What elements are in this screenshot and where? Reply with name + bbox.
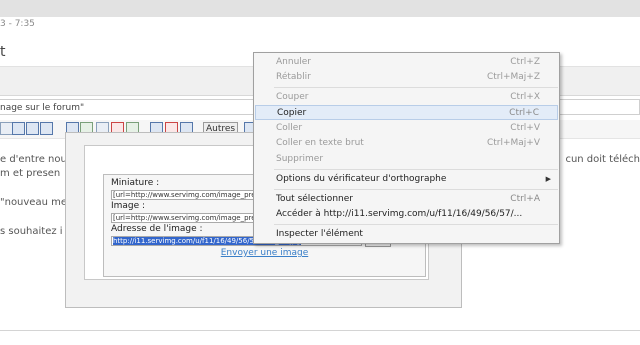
menu-item-couper[interactable]: Couper Ctrl+X: [255, 90, 558, 105]
menu-shortcut: Ctrl+V: [510, 123, 540, 133]
menu-item-coller-texte-brut[interactable]: Coller en texte brut Ctrl+Maj+V: [255, 136, 558, 151]
page-title: t: [0, 44, 6, 60]
image-field[interactable]: [url=http://www.servimg.com/image_prev: [111, 213, 256, 223]
menu-item-supprimer[interactable]: Supprimer: [255, 152, 558, 167]
menu-item-tout-selectionner[interactable]: Tout sélectionner Ctrl+A: [255, 192, 558, 207]
context-menu: Annuler Ctrl+Z Rétablir Ctrl+Maj+Z Coupe…: [253, 52, 560, 244]
menu-shortcut: Ctrl+Maj+Z: [486, 72, 540, 82]
image-label: Image :: [111, 201, 146, 211]
menu-label: Annuler: [276, 57, 312, 67]
body-line-right: cun doit téléch: [565, 154, 640, 165]
menu-separator: [274, 169, 558, 170]
menu-separator: [274, 87, 558, 88]
code-icon[interactable]: [26, 122, 39, 135]
menu-label: Couper: [276, 92, 309, 102]
miniature-label: Miniature :: [111, 178, 160, 188]
menu-label: Coller: [276, 123, 303, 133]
menu-item-inspecter[interactable]: Inspecter l'élément: [255, 227, 558, 242]
menu-item-retablir[interactable]: Rétablir Ctrl+Maj+Z: [255, 70, 558, 85]
adresse-label: Adresse de l'image :: [111, 224, 203, 234]
envoyer-image-link[interactable]: Envoyer une image: [104, 248, 425, 258]
menu-separator: [274, 189, 558, 190]
post-date: 3 - 7:35: [0, 19, 35, 29]
body-line-4: s souhaitez i: [0, 226, 63, 237]
menu-item-orthographe[interactable]: Options du vérificateur d'orthographe ▶: [255, 172, 558, 187]
menu-separator: [274, 224, 558, 225]
menu-shortcut: Ctrl+Z: [510, 57, 540, 67]
body-line-3: "nouveau me: [0, 197, 68, 208]
menu-item-acceder[interactable]: Accéder à http://i11.servimg.com/u/f11/1…: [255, 207, 558, 222]
menu-shortcut: Ctrl+A: [510, 194, 540, 204]
menu-label: Options du vérificateur d'orthographe: [276, 174, 447, 184]
menu-label: Inspecter l'élément: [276, 229, 363, 239]
menu-label: Tout sélectionner: [276, 194, 353, 204]
menu-shortcut: Ctrl+Maj+V: [486, 138, 540, 148]
menu-shortcut: Ctrl+X: [510, 92, 540, 102]
menu-label: Supprimer: [276, 154, 324, 164]
menu-shortcut: Ctrl+C: [509, 108, 539, 118]
window-top-bar: [0, 0, 640, 17]
menu-label: Coller en texte brut: [276, 138, 364, 148]
submenu-arrow-icon: ▶: [545, 175, 551, 183]
menu-label: Copier: [277, 108, 307, 118]
quote-icon[interactable]: [12, 122, 25, 135]
body-line-2: m et presen: [0, 168, 61, 179]
table-icon[interactable]: [40, 122, 53, 135]
body-line-1: e d'entre nou: [0, 154, 67, 165]
bottom-divider: [0, 330, 640, 331]
miniature-field[interactable]: [url=http://www.servimg.com/image_prev: [111, 190, 256, 200]
menu-label: Rétablir: [276, 72, 311, 82]
menu-label: Accéder à http://i11.servimg.com/u/f11/1…: [276, 209, 523, 219]
menu-item-annuler[interactable]: Annuler Ctrl+Z: [255, 55, 558, 70]
menu-item-copier[interactable]: Copier Ctrl+C: [255, 105, 558, 120]
menu-item-coller[interactable]: Coller Ctrl+V: [255, 121, 558, 136]
